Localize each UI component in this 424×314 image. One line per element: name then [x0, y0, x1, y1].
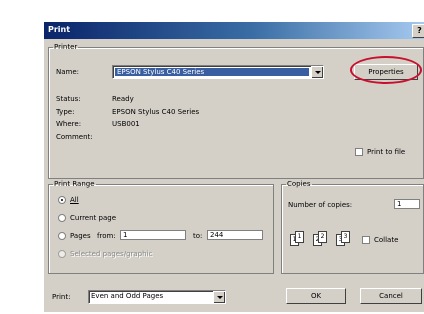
number-of-copies-label: Number of copies:: [288, 201, 353, 209]
to-input[interactable]: 244: [207, 230, 263, 240]
selected-pages-label: Selected pages/graphic: [70, 250, 153, 258]
copies-input[interactable]: 1: [394, 199, 420, 209]
from-label: from:: [97, 232, 116, 240]
title-bar: Print ?: [44, 22, 424, 39]
collate-label: Collate: [374, 236, 399, 244]
help-button[interactable]: ?: [412, 24, 424, 38]
ok-button[interactable]: OK: [286, 288, 346, 304]
name-label: Name:: [56, 68, 80, 76]
where-value: USB001: [112, 120, 140, 128]
cancel-button[interactable]: Cancel: [360, 288, 422, 304]
window-title: Print: [48, 25, 71, 34]
printer-name-select[interactable]: EPSON Stylus C40 Series: [112, 65, 324, 79]
to-value: 244: [210, 231, 224, 239]
status-value: Ready: [112, 95, 134, 103]
copies-group: Copies: [281, 180, 424, 274]
current-page-radio[interactable]: [58, 214, 66, 222]
print-scope-label: Print:: [52, 293, 71, 301]
printer-group-label: Printer: [54, 43, 78, 51]
collate-page-icon: 3: [341, 231, 350, 243]
from-value: 1: [123, 231, 128, 239]
pages-label: Pages: [70, 232, 91, 240]
status-label: Status:: [56, 95, 81, 103]
collate-page-icon: 1: [295, 231, 304, 243]
copies-value: 1: [397, 200, 402, 208]
from-input[interactable]: 1: [120, 230, 186, 240]
type-value: EPSON Stylus C40 Series: [112, 108, 200, 116]
all-radio[interactable]: [58, 196, 66, 204]
chevron-down-icon[interactable]: [213, 291, 225, 303]
chevron-down-icon[interactable]: [311, 66, 323, 78]
where-label: Where:: [56, 120, 82, 128]
collate-checkbox[interactable]: [362, 236, 370, 244]
print-range-label: Print Range: [54, 180, 95, 188]
to-label: to:: [193, 232, 203, 240]
all-label: All: [70, 196, 79, 204]
print-to-file-label: Print to file: [367, 148, 406, 156]
print-to-file-checkbox[interactable]: [355, 148, 363, 156]
comment-label: Comment:: [56, 133, 93, 141]
copies-label: Copies: [287, 180, 311, 188]
printer-name-value: EPSON Stylus C40 Series: [115, 68, 309, 76]
print-scope-value: Even and Odd Pages: [91, 292, 164, 300]
print-scope-select[interactable]: Even and Odd Pages: [88, 290, 226, 304]
annotation-ellipse: [350, 56, 422, 84]
current-page-label: Current page: [70, 214, 116, 222]
selected-pages-radio[interactable]: [58, 250, 66, 258]
print-range-group: Print Range: [48, 180, 274, 274]
collate-page-icon: 2: [318, 231, 327, 243]
pages-radio[interactable]: [58, 232, 66, 240]
type-label: Type:: [56, 108, 75, 116]
